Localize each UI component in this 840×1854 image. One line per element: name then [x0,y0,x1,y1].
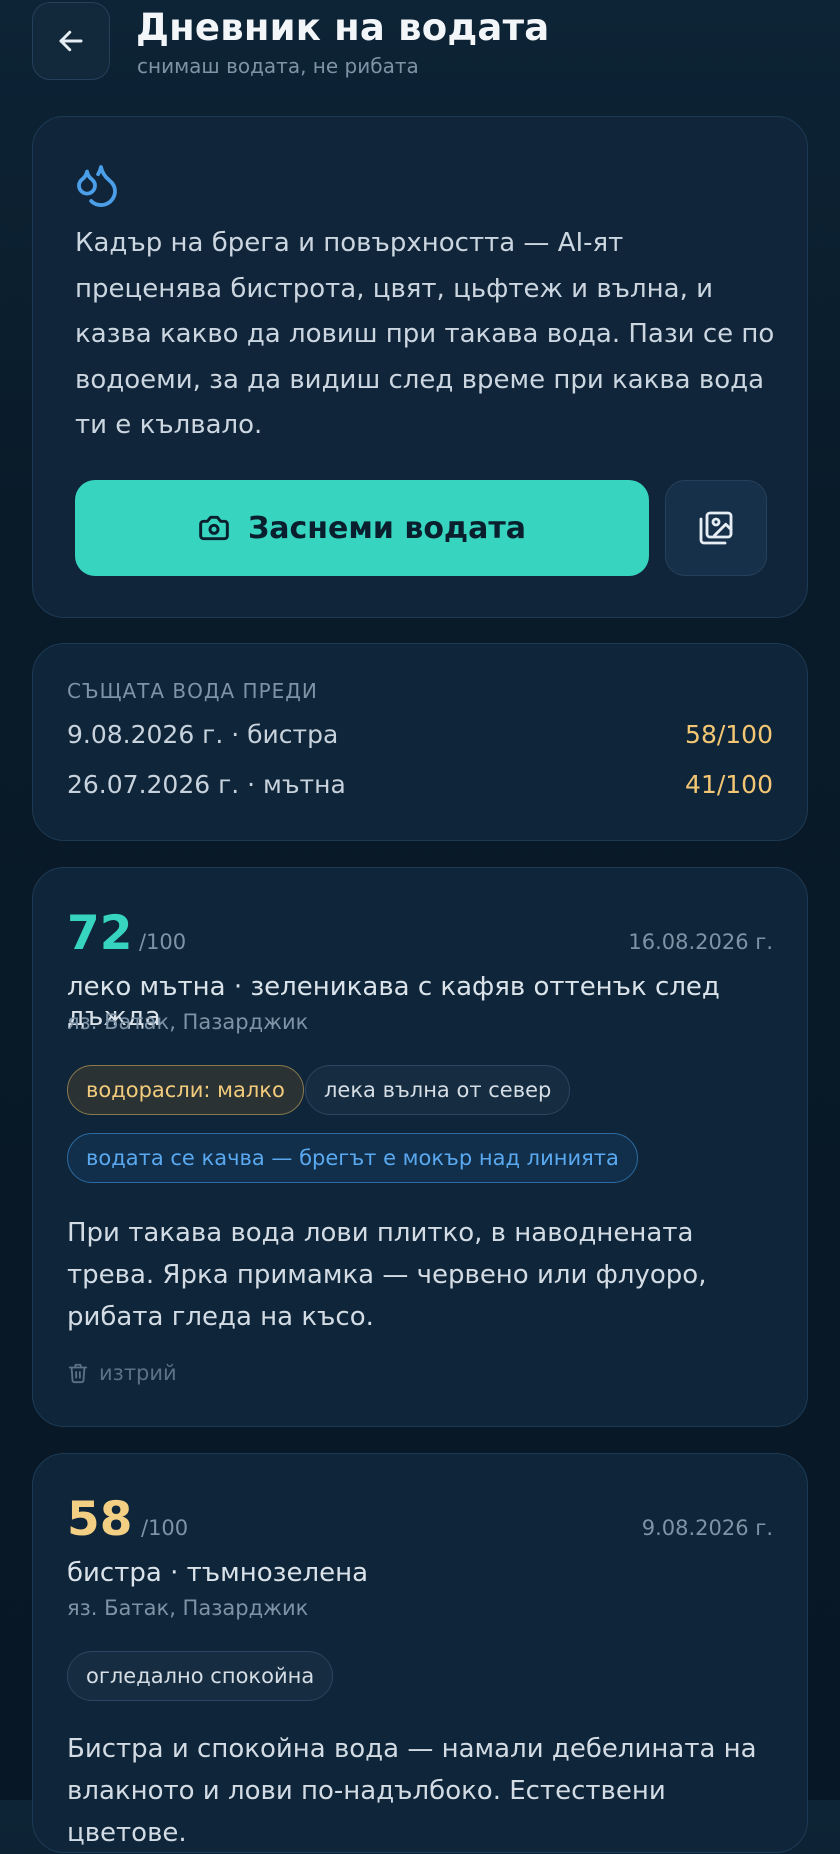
record-advice: При такава вода лови плитко, в наводнена… [67,1218,707,1332]
gallery-button[interactable] [665,480,767,576]
previous-row[interactable]: 9.08.2026 г. · бистра 58/100 [67,720,773,749]
previous-row-label: 9.08.2026 г. · бистра [67,720,339,749]
capture-water-button[interactable]: Заснеми водата [75,480,649,576]
water-record-card: 72 /100 16.08.2026 г. леко мътна · зелен… [32,867,808,1427]
record-score: 72 [67,906,133,961]
gallery-icon [699,511,733,545]
record-chip-algae: водорасли: малко [67,1065,304,1115]
capture-water-label: Заснеми водата [247,510,527,546]
previous-row[interactable]: 26.07.2026 г. · мътна 41/100 [67,770,773,799]
header: Дневник на водата снимаш водата, не риба… [32,2,812,82]
record-chip-level: водата се качва — брегът е мокър над лин… [67,1133,638,1183]
delete-button[interactable]: изтрий [67,1361,177,1385]
delete-label: изтрий [99,1361,177,1385]
record-location: яз. Батак, Пазарджик [67,1596,309,1620]
record-date: 9.08.2026 г. [641,1516,773,1540]
trash-icon [68,1363,88,1384]
water-record-card: 58 /100 9.08.2026 г. бистра · тъмнозелен… [32,1453,808,1853]
water-drops-icon [77,165,117,207]
record-chip-wave: лека вълна от север [305,1065,571,1115]
previous-readings-card: СЪЩАТА ВОДА ПРЕДИ 9.08.2026 г. · бистра … [32,643,808,841]
previous-heading: СЪЩАТА ВОДА ПРЕДИ [67,679,318,703]
previous-row-score: 58/100 [685,720,773,749]
intro-card: Кадър на брега и повърхността — AI-ят пр… [32,116,808,618]
arrow-left-icon [59,30,83,52]
camera-icon [199,515,229,541]
record-score-max: /100 [139,930,187,954]
previous-row-score: 41/100 [685,770,773,799]
record-advice: Бистра и спокойна вода — намали дебелина… [67,1734,757,1848]
record-score-max: /100 [141,1516,189,1540]
record-date: 16.08.2026 г. [628,930,773,954]
record-chip-calm: огледално спокойна [67,1651,334,1701]
record-description: бистра · тъмнозелена [67,1558,369,1588]
page-title: Дневник на водата [136,6,550,49]
page-subtitle: снимаш водата, не рибата [137,54,419,78]
record-location: яз. Батак, Пазарджик [67,1010,309,1034]
intro-text: Кадър на брега и повърхността — AI-ят пр… [75,228,775,440]
record-score: 58 [67,1492,133,1547]
back-button[interactable] [32,2,110,80]
previous-row-label: 26.07.2026 г. · мътна [67,770,346,799]
